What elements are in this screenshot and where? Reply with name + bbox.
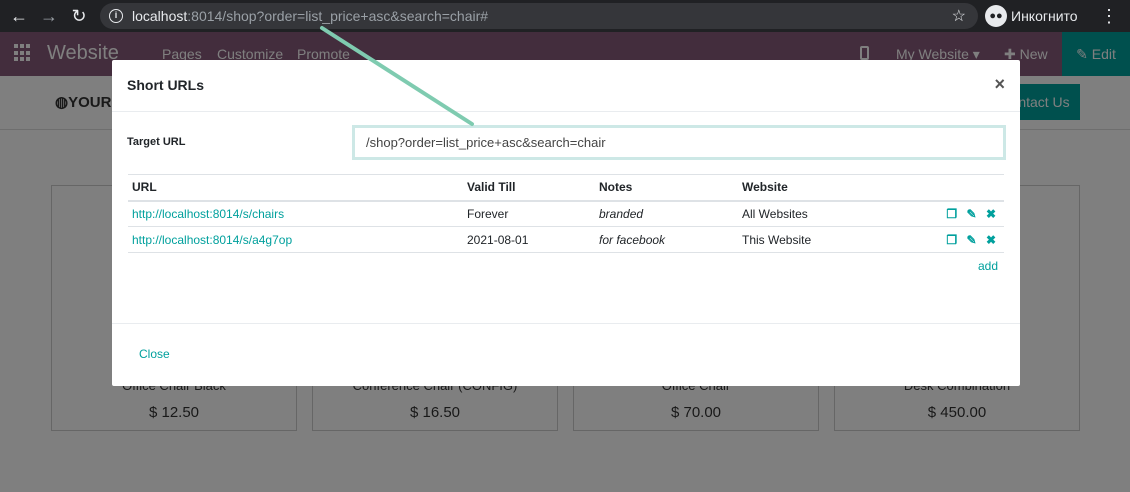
annotation-arrow bbox=[320, 26, 474, 126]
annotation-arrow-line bbox=[320, 26, 474, 126]
